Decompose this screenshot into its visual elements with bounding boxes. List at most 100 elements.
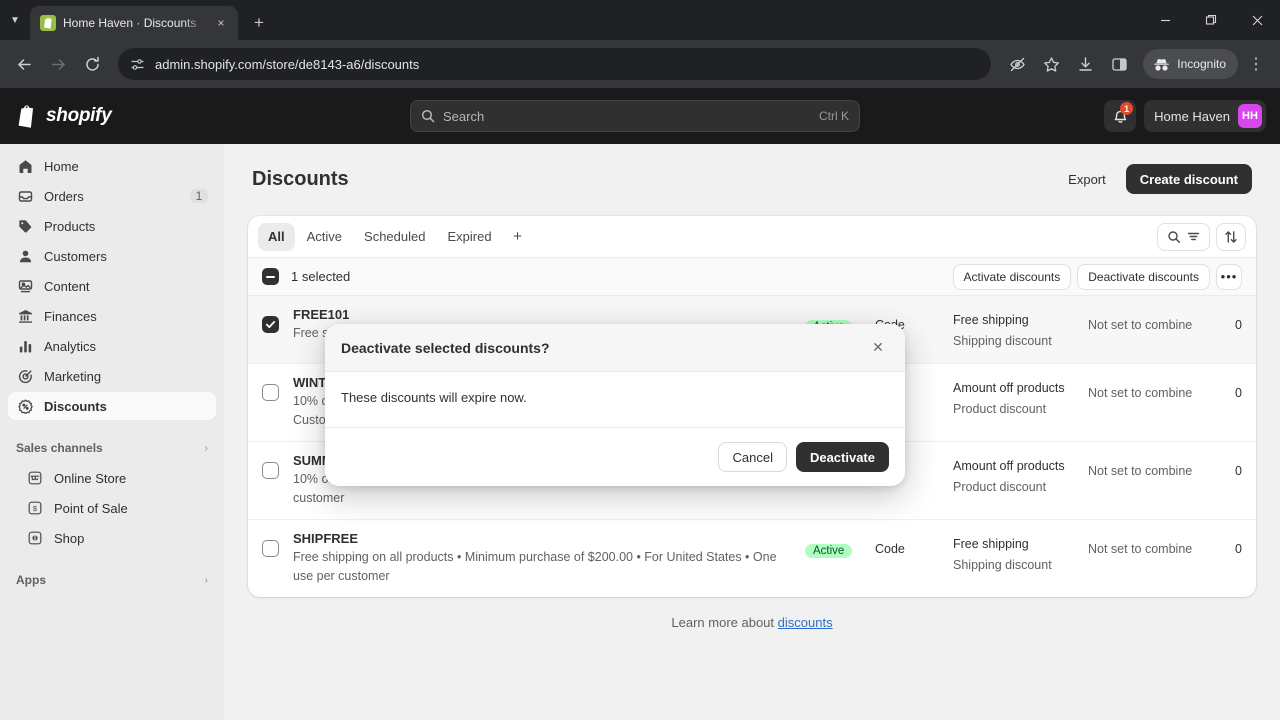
global-search-input[interactable]: Search Ctrl K — [410, 100, 860, 132]
browser-menu-icon[interactable]: ⋮ — [1240, 48, 1272, 80]
tab-expired[interactable]: Expired — [437, 223, 501, 251]
topbar-right: 1 Home Haven HH — [1104, 100, 1266, 132]
sidebar-label: Home — [44, 158, 79, 174]
filter-tabs: All Active Scheduled Expired + — [258, 222, 532, 251]
incognito-indicator[interactable]: Incognito — [1143, 49, 1238, 79]
point-of-sale-icon: $ — [26, 499, 44, 517]
row-checkbox[interactable] — [262, 316, 279, 333]
new-tab-button[interactable]: + — [245, 9, 273, 37]
deactivate-discounts-button[interactable]: Deactivate discounts — [1077, 263, 1210, 290]
discount-type-sub: Shipping discount — [953, 558, 1052, 572]
row-check-cell — [262, 375, 293, 401]
tab-list-chevron-down-icon[interactable]: ▼ — [4, 9, 26, 31]
shopify-logo[interactable]: shopify — [0, 104, 224, 129]
sidebar-item-customers[interactable]: Customers — [8, 242, 216, 270]
eye-off-icon[interactable] — [1001, 48, 1033, 80]
row-checkbox[interactable] — [262, 384, 279, 401]
toolbar-icons — [1001, 48, 1135, 80]
combinations: Not set to combine — [1088, 386, 1193, 400]
select-all-checkbox[interactable] — [262, 268, 279, 285]
minimize-icon[interactable] — [1142, 0, 1188, 40]
row-check-cell — [262, 453, 293, 479]
notifications-button[interactable]: 1 — [1104, 100, 1137, 132]
star-icon[interactable] — [1035, 48, 1067, 80]
sidebar-item-analytics[interactable]: Analytics — [8, 332, 216, 360]
deactivate-button[interactable]: Deactivate — [795, 442, 889, 472]
tune-icon[interactable] — [130, 57, 145, 72]
used-count: 0 — [1235, 318, 1242, 332]
used-count: 0 — [1235, 464, 1242, 478]
url-text: admin.shopify.com/store/de8143-a6/discou… — [155, 56, 420, 72]
chevron-right-icon[interactable]: › — [205, 443, 208, 454]
side-panel-icon[interactable] — [1103, 48, 1135, 80]
discount-type: Amount off products — [953, 381, 1065, 395]
store-name: Home Haven — [1154, 108, 1230, 124]
sidebar-item-online-store[interactable]: Online Store — [8, 464, 216, 492]
row-status-cell: Active — [805, 531, 875, 559]
add-view-button[interactable]: + — [504, 223, 532, 251]
sidebar-item-content[interactable]: Content — [8, 272, 216, 300]
sidebar-item-products[interactable]: Products — [8, 212, 216, 240]
sidebar-item-home[interactable]: Home — [8, 152, 216, 180]
row-type-cell: Amount off products Product discount — [953, 453, 1088, 498]
incognito-label: Incognito — [1177, 57, 1226, 71]
discounts-help-link[interactable]: discounts — [778, 615, 833, 630]
tab-scheduled[interactable]: Scheduled — [354, 223, 435, 251]
close-icon[interactable]: ✕ — [865, 335, 891, 361]
cancel-button[interactable]: Cancel — [718, 442, 787, 472]
tab-all[interactable]: All — [258, 222, 295, 251]
sidebar-item-point-of-sale[interactable]: $ Point of Sale — [8, 494, 216, 522]
sidebar-item-finances[interactable]: Finances — [8, 302, 216, 330]
header-actions: Export Create discount — [1056, 164, 1252, 194]
sidebar-item-discounts[interactable]: Discounts — [8, 392, 216, 420]
sidebar-item-marketing[interactable]: Marketing — [8, 362, 216, 390]
sidebar-label: Customers — [44, 248, 107, 264]
tab-active[interactable]: Active — [297, 223, 352, 251]
browser-tab-active[interactable]: Home Haven · Discounts · Shop × — [30, 6, 238, 40]
more-actions-button[interactable]: ••• — [1216, 263, 1242, 290]
close-icon[interactable]: × — [212, 14, 230, 32]
reload-icon[interactable] — [76, 48, 108, 80]
table-row[interactable]: SHIPFREE Free shipping on all products •… — [248, 520, 1256, 597]
sidebar-section-sales-channels[interactable]: Sales channels › — [8, 434, 216, 462]
discount-type: Free shipping — [953, 537, 1029, 551]
export-button[interactable]: Export — [1056, 164, 1118, 194]
combinations: Not set to combine — [1088, 464, 1193, 478]
sidebar-label: Point of Sale — [54, 500, 128, 516]
download-icon[interactable] — [1069, 48, 1101, 80]
sidebar-section-apps[interactable]: Apps › — [8, 566, 216, 594]
create-discount-button[interactable]: Create discount — [1125, 164, 1252, 194]
sidebar-item-shop[interactable]: Shop — [8, 524, 216, 552]
sort-button[interactable] — [1216, 222, 1246, 251]
row-checkbox[interactable] — [262, 462, 279, 479]
content-icon — [16, 277, 34, 295]
store-menu-button[interactable]: Home Haven HH — [1144, 100, 1266, 132]
row-checkbox[interactable] — [262, 540, 279, 557]
status-badge: Active — [805, 544, 853, 558]
sidebar-item-orders[interactable]: Orders 1 — [8, 182, 216, 210]
bulk-left: 1 selected — [262, 268, 350, 285]
shopify-bag-icon — [40, 15, 56, 31]
home-icon — [16, 157, 34, 175]
sidebar-label: Content — [44, 278, 90, 294]
marketing-target-icon — [16, 367, 34, 385]
shopify-wordmark: shopify — [46, 105, 112, 126]
maximize-icon[interactable] — [1188, 0, 1234, 40]
modal-footer: Cancel Deactivate — [325, 428, 905, 486]
shopify-topbar: shopify Search Ctrl K 1 Home Haven HH — [0, 88, 1280, 144]
page-header: Discounts Export Create discount — [248, 164, 1256, 194]
back-icon[interactable] — [8, 48, 40, 80]
combinations: Not set to combine — [1088, 318, 1193, 332]
learn-more-text: Learn more about — [671, 615, 775, 630]
browser-tab-strip: ▼ Home Haven · Discounts · Shop × + — [0, 0, 1280, 40]
discount-type: Amount off products — [953, 459, 1065, 473]
chevron-right-icon[interactable]: › — [205, 575, 208, 586]
row-check-cell — [262, 531, 293, 557]
sidebar-label: Analytics — [44, 338, 97, 354]
search-and-filter-button[interactable] — [1157, 222, 1210, 251]
customers-person-icon — [16, 247, 34, 265]
used-count: 0 — [1235, 386, 1242, 400]
address-bar[interactable]: admin.shopify.com/store/de8143-a6/discou… — [118, 48, 992, 80]
activate-discounts-button[interactable]: Activate discounts — [952, 263, 1072, 290]
window-close-icon[interactable] — [1234, 0, 1280, 40]
